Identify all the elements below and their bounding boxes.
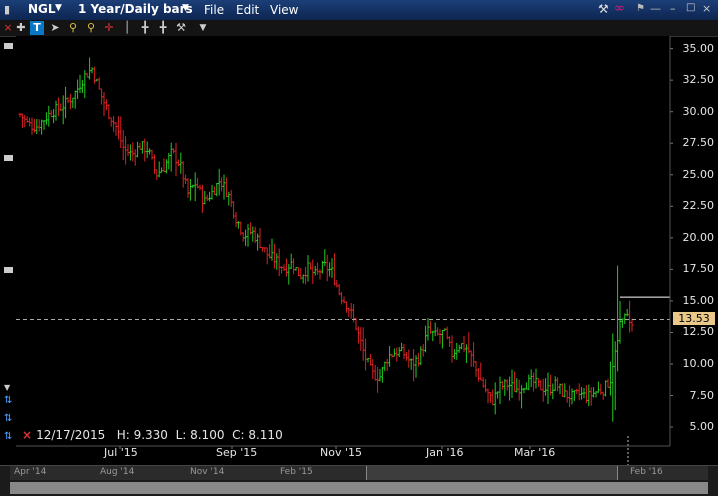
dash-icon: — bbox=[650, 2, 661, 15]
bar-study-2-icon[interactable]: ╋ bbox=[138, 21, 152, 35]
y-tick-label: 7.50 bbox=[689, 388, 715, 402]
crosshair-icon[interactable]: ✚ bbox=[14, 21, 28, 35]
navigator-label: Aug '14 bbox=[100, 467, 135, 477]
wrench-icon[interactable]: ⚒ bbox=[598, 2, 609, 16]
navigator-thumb[interactable] bbox=[366, 466, 618, 480]
y-tick-label: 20.00 bbox=[682, 230, 715, 244]
bar-study-3-icon[interactable]: ╋ bbox=[156, 21, 170, 35]
period-selector[interactable]: 1 Year/Daily bars bbox=[78, 2, 193, 16]
info-close: C: 8.110 bbox=[232, 428, 283, 442]
navigator-label: Nov '14 bbox=[190, 467, 225, 477]
y-tick-label: 12.50 bbox=[682, 325, 715, 339]
more-icon[interactable]: ▼ bbox=[196, 21, 210, 35]
info-close-icon[interactable]: × bbox=[22, 428, 32, 442]
y-tick-label: 15.00 bbox=[682, 293, 715, 307]
y-tick-label: 10.00 bbox=[682, 357, 715, 370]
flag-icon[interactable]: ⚑ bbox=[636, 3, 645, 14]
minimize-icon[interactable]: – bbox=[670, 2, 676, 15]
text-icon[interactable]: T bbox=[30, 21, 44, 35]
close-window-icon[interactable]: × bbox=[702, 2, 711, 15]
x-axis: Jul '15 Sep '15 Nov '15 Jan '16 Mar '16 bbox=[16, 446, 670, 464]
y-tick-label: 17.50 bbox=[682, 262, 715, 276]
y-axis: 35.00 32.50 30.00 27.50 25.00 22.50 20.00 17.50… bbox=[670, 36, 718, 446]
time-navigator: Apr '14Aug '14Nov '14Feb '15May '15Aug '… bbox=[0, 465, 718, 496]
wrench-icon[interactable]: ⚒ bbox=[174, 21, 188, 35]
y-tick-label: 22.50 bbox=[682, 199, 715, 213]
link-icon[interactable]: ∞ bbox=[614, 1, 625, 16]
bar-study-icon[interactable]: │ bbox=[120, 21, 134, 35]
symbol-label[interactable]: NGL bbox=[28, 2, 56, 16]
close-icon[interactable]: ▮ bbox=[4, 3, 14, 16]
y-tick-label: 25.00 bbox=[682, 167, 715, 181]
info-low: L: 8.100 bbox=[175, 428, 225, 442]
restore-icon[interactable]: □ bbox=[686, 2, 695, 13]
menu-edit[interactable]: Edit bbox=[236, 3, 259, 17]
menu-file[interactable]: File bbox=[204, 3, 224, 17]
menu-view[interactable]: View bbox=[270, 3, 298, 17]
chart-toolbar: × ✚ T ➤ ⚲ ⚲ ✛ │ ╋ ╋ ⚒ ▼ bbox=[0, 20, 718, 37]
y-tick-label: 27.50 bbox=[682, 136, 715, 150]
y-tick-label: 5.00 bbox=[689, 420, 715, 434]
current-price-badge: 13.53 bbox=[673, 312, 715, 326]
x-tick-label: Nov '15 bbox=[320, 446, 362, 459]
x-tick-label: Jul '15 bbox=[104, 446, 138, 459]
x-close-icon[interactable]: × bbox=[1, 21, 15, 35]
price-chart[interactable] bbox=[0, 36, 718, 466]
x-tick-label: Sep '15 bbox=[216, 446, 258, 459]
pointer-icon[interactable]: ➤ bbox=[48, 21, 62, 35]
x-tick-label: Mar '16 bbox=[514, 446, 556, 459]
y-tick-label: 35.00 bbox=[682, 41, 715, 55]
plot-area bbox=[16, 36, 670, 446]
symbol-dropdown-icon[interactable]: ▼ bbox=[55, 3, 62, 13]
navigator-label: Feb '15 bbox=[280, 467, 313, 477]
ohlc-info-bar: × 12/17/2015 H: 9.330 L: 8.100 C: 8.110 bbox=[22, 428, 283, 442]
zoom-in-icon[interactable]: ⚲ bbox=[66, 21, 80, 35]
y-tick-label: 32.50 bbox=[682, 73, 715, 87]
info-date: 12/17/2015 bbox=[36, 428, 106, 442]
cross-cursor-icon[interactable]: ✛ bbox=[102, 21, 116, 35]
navigator-label: Feb '16 bbox=[630, 467, 663, 477]
zoom-out-icon[interactable]: ⚲ bbox=[84, 21, 98, 35]
y-tick-label: 30.00 bbox=[682, 104, 715, 118]
x-tick-label: Jan '16 bbox=[426, 446, 464, 459]
period-dropdown-icon[interactable]: ▼ bbox=[182, 3, 189, 13]
navigator-scrollbar[interactable] bbox=[10, 482, 708, 494]
navigator-label: Apr '14 bbox=[14, 467, 47, 477]
info-high: H: 9.330 bbox=[116, 428, 168, 442]
window-titlebar: ▮ NGL ▼ 1 Year/Daily bars ▼ File Edit Vi… bbox=[0, 0, 718, 21]
